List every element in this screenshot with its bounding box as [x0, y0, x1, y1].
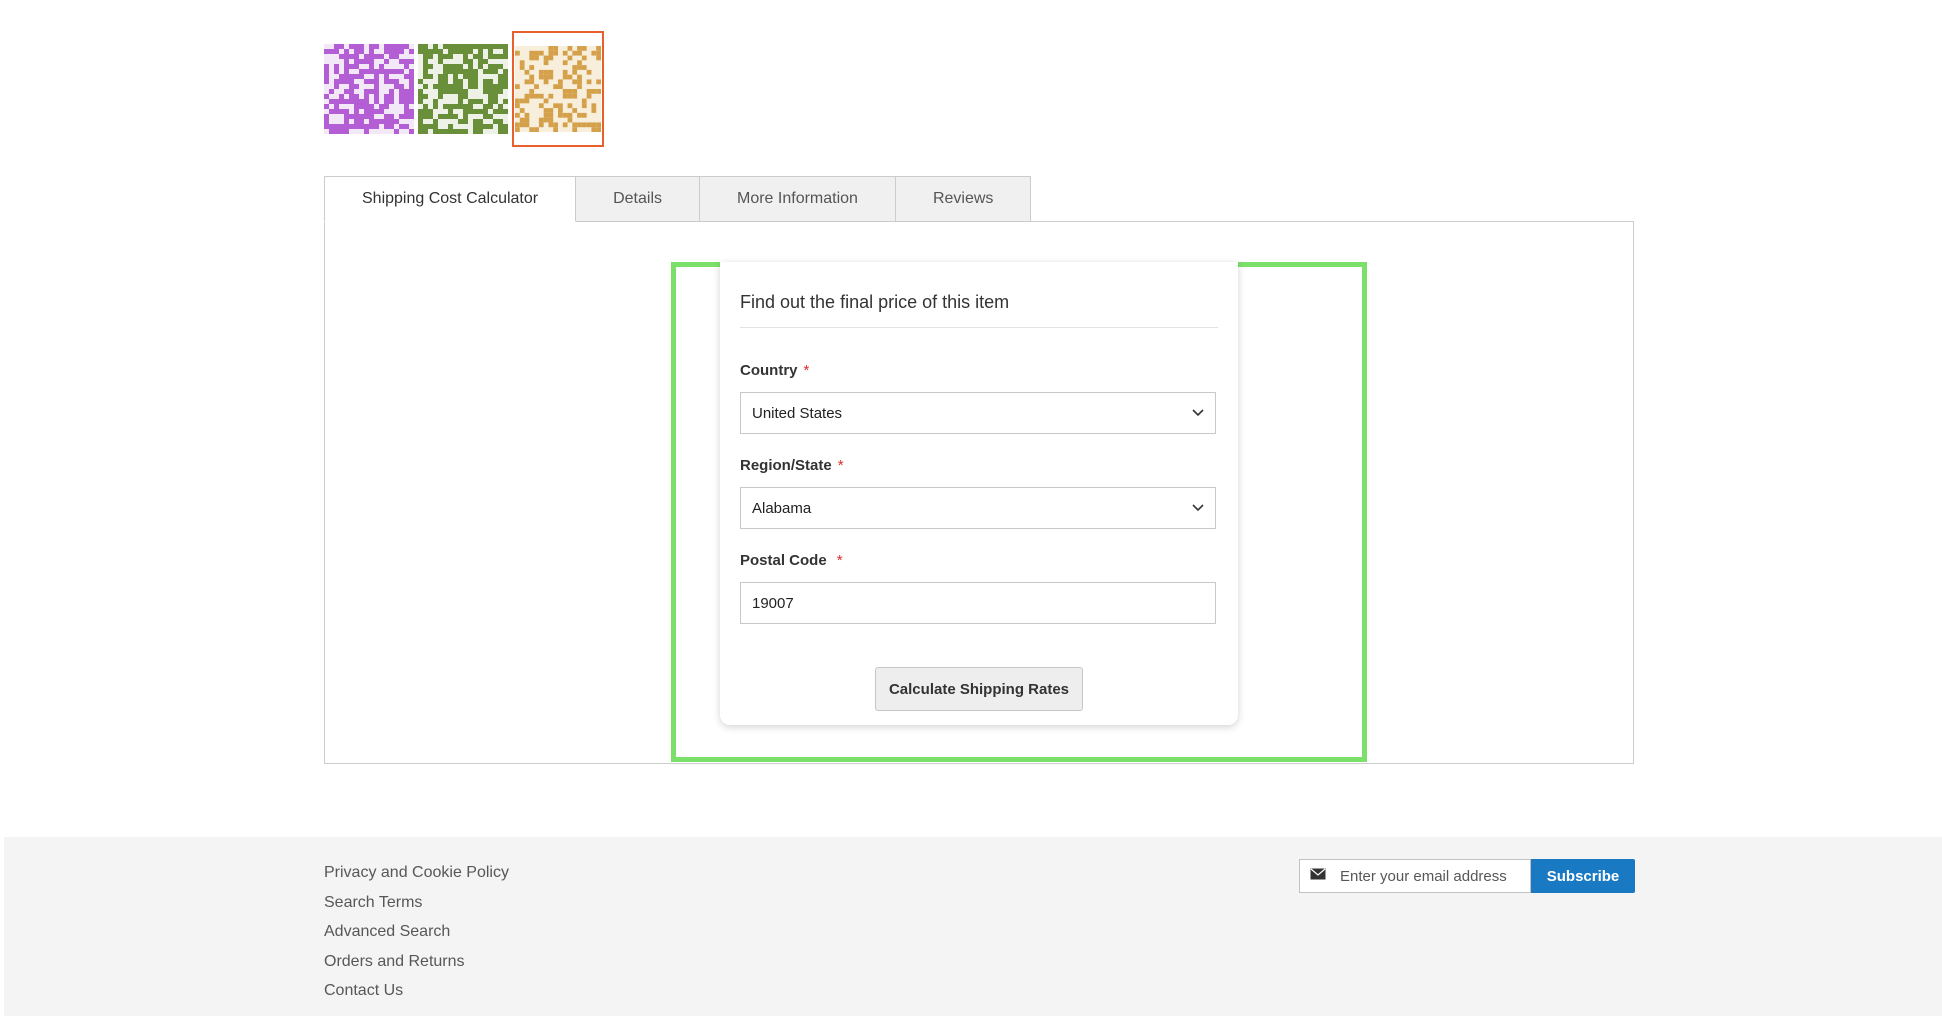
envelope-icon [1310, 867, 1326, 885]
chevron-down-icon [1191, 405, 1205, 423]
purple-pattern-thumbnail[interactable] [324, 44, 414, 134]
gold-pattern-image [515, 46, 601, 132]
thumbnail-gallery [324, 31, 604, 147]
newsletter-email-field[interactable] [1299, 859, 1531, 893]
country-selected-value: United States [752, 404, 843, 422]
footer-link-search-terms[interactable]: Search Terms [324, 888, 509, 918]
region-label: Region/State * [740, 457, 1218, 474]
green-pattern-thumbnail[interactable] [418, 44, 508, 134]
tab-reviews[interactable]: Reviews [895, 176, 1032, 222]
postal-code-label-text: Postal Code [740, 552, 827, 569]
country-label-text: Country [740, 362, 798, 379]
page-footer: Privacy and Cookie Policy Search Terms A… [4, 837, 1942, 1016]
calculator-title: Find out the final price of this item [740, 292, 1218, 328]
gold-pattern-thumbnail-selected[interactable] [512, 31, 604, 147]
required-asterisk: * [836, 552, 843, 569]
purple-pattern-image [324, 44, 414, 134]
footer-links: Privacy and Cookie Policy Search Terms A… [324, 858, 509, 1006]
newsletter-email-input[interactable] [1338, 866, 1522, 886]
region-selected-value: Alabama [752, 499, 812, 517]
subscribe-button[interactable]: Subscribe [1531, 859, 1635, 893]
postal-code-value: 19007 [752, 594, 794, 612]
calculate-button-row: Calculate Shipping Rates [740, 667, 1218, 711]
postal-code-label: Postal Code * [740, 552, 1218, 569]
footer-link-advanced-search[interactable]: Advanced Search [324, 917, 509, 947]
footer-link-contact-us[interactable]: Contact Us [324, 976, 509, 1006]
required-asterisk: * [803, 362, 810, 379]
product-tabs: Shipping Cost Calculator Details More In… [324, 176, 1032, 222]
footer-link-privacy[interactable]: Privacy and Cookie Policy [324, 858, 509, 888]
region-label-text: Region/State [740, 457, 832, 474]
country-label: Country * [740, 362, 1218, 379]
chevron-down-icon [1191, 500, 1205, 518]
country-select[interactable]: United States [740, 392, 1216, 434]
shipping-calculator-card: Find out the final price of this item Co… [720, 262, 1238, 725]
green-pattern-image [418, 44, 508, 134]
calculate-shipping-rates-button[interactable]: Calculate Shipping Rates [874, 667, 1084, 711]
region-select[interactable]: Alabama [740, 487, 1216, 529]
tab-more-information[interactable]: More Information [700, 176, 896, 222]
tab-shipping-cost-calculator[interactable]: Shipping Cost Calculator [324, 176, 577, 222]
postal-code-input[interactable]: 19007 [740, 582, 1216, 624]
newsletter-form: Subscribe [1299, 859, 1635, 893]
tab-details[interactable]: Details [576, 176, 700, 222]
footer-link-orders-returns[interactable]: Orders and Returns [324, 947, 509, 977]
required-asterisk: * [837, 457, 844, 474]
